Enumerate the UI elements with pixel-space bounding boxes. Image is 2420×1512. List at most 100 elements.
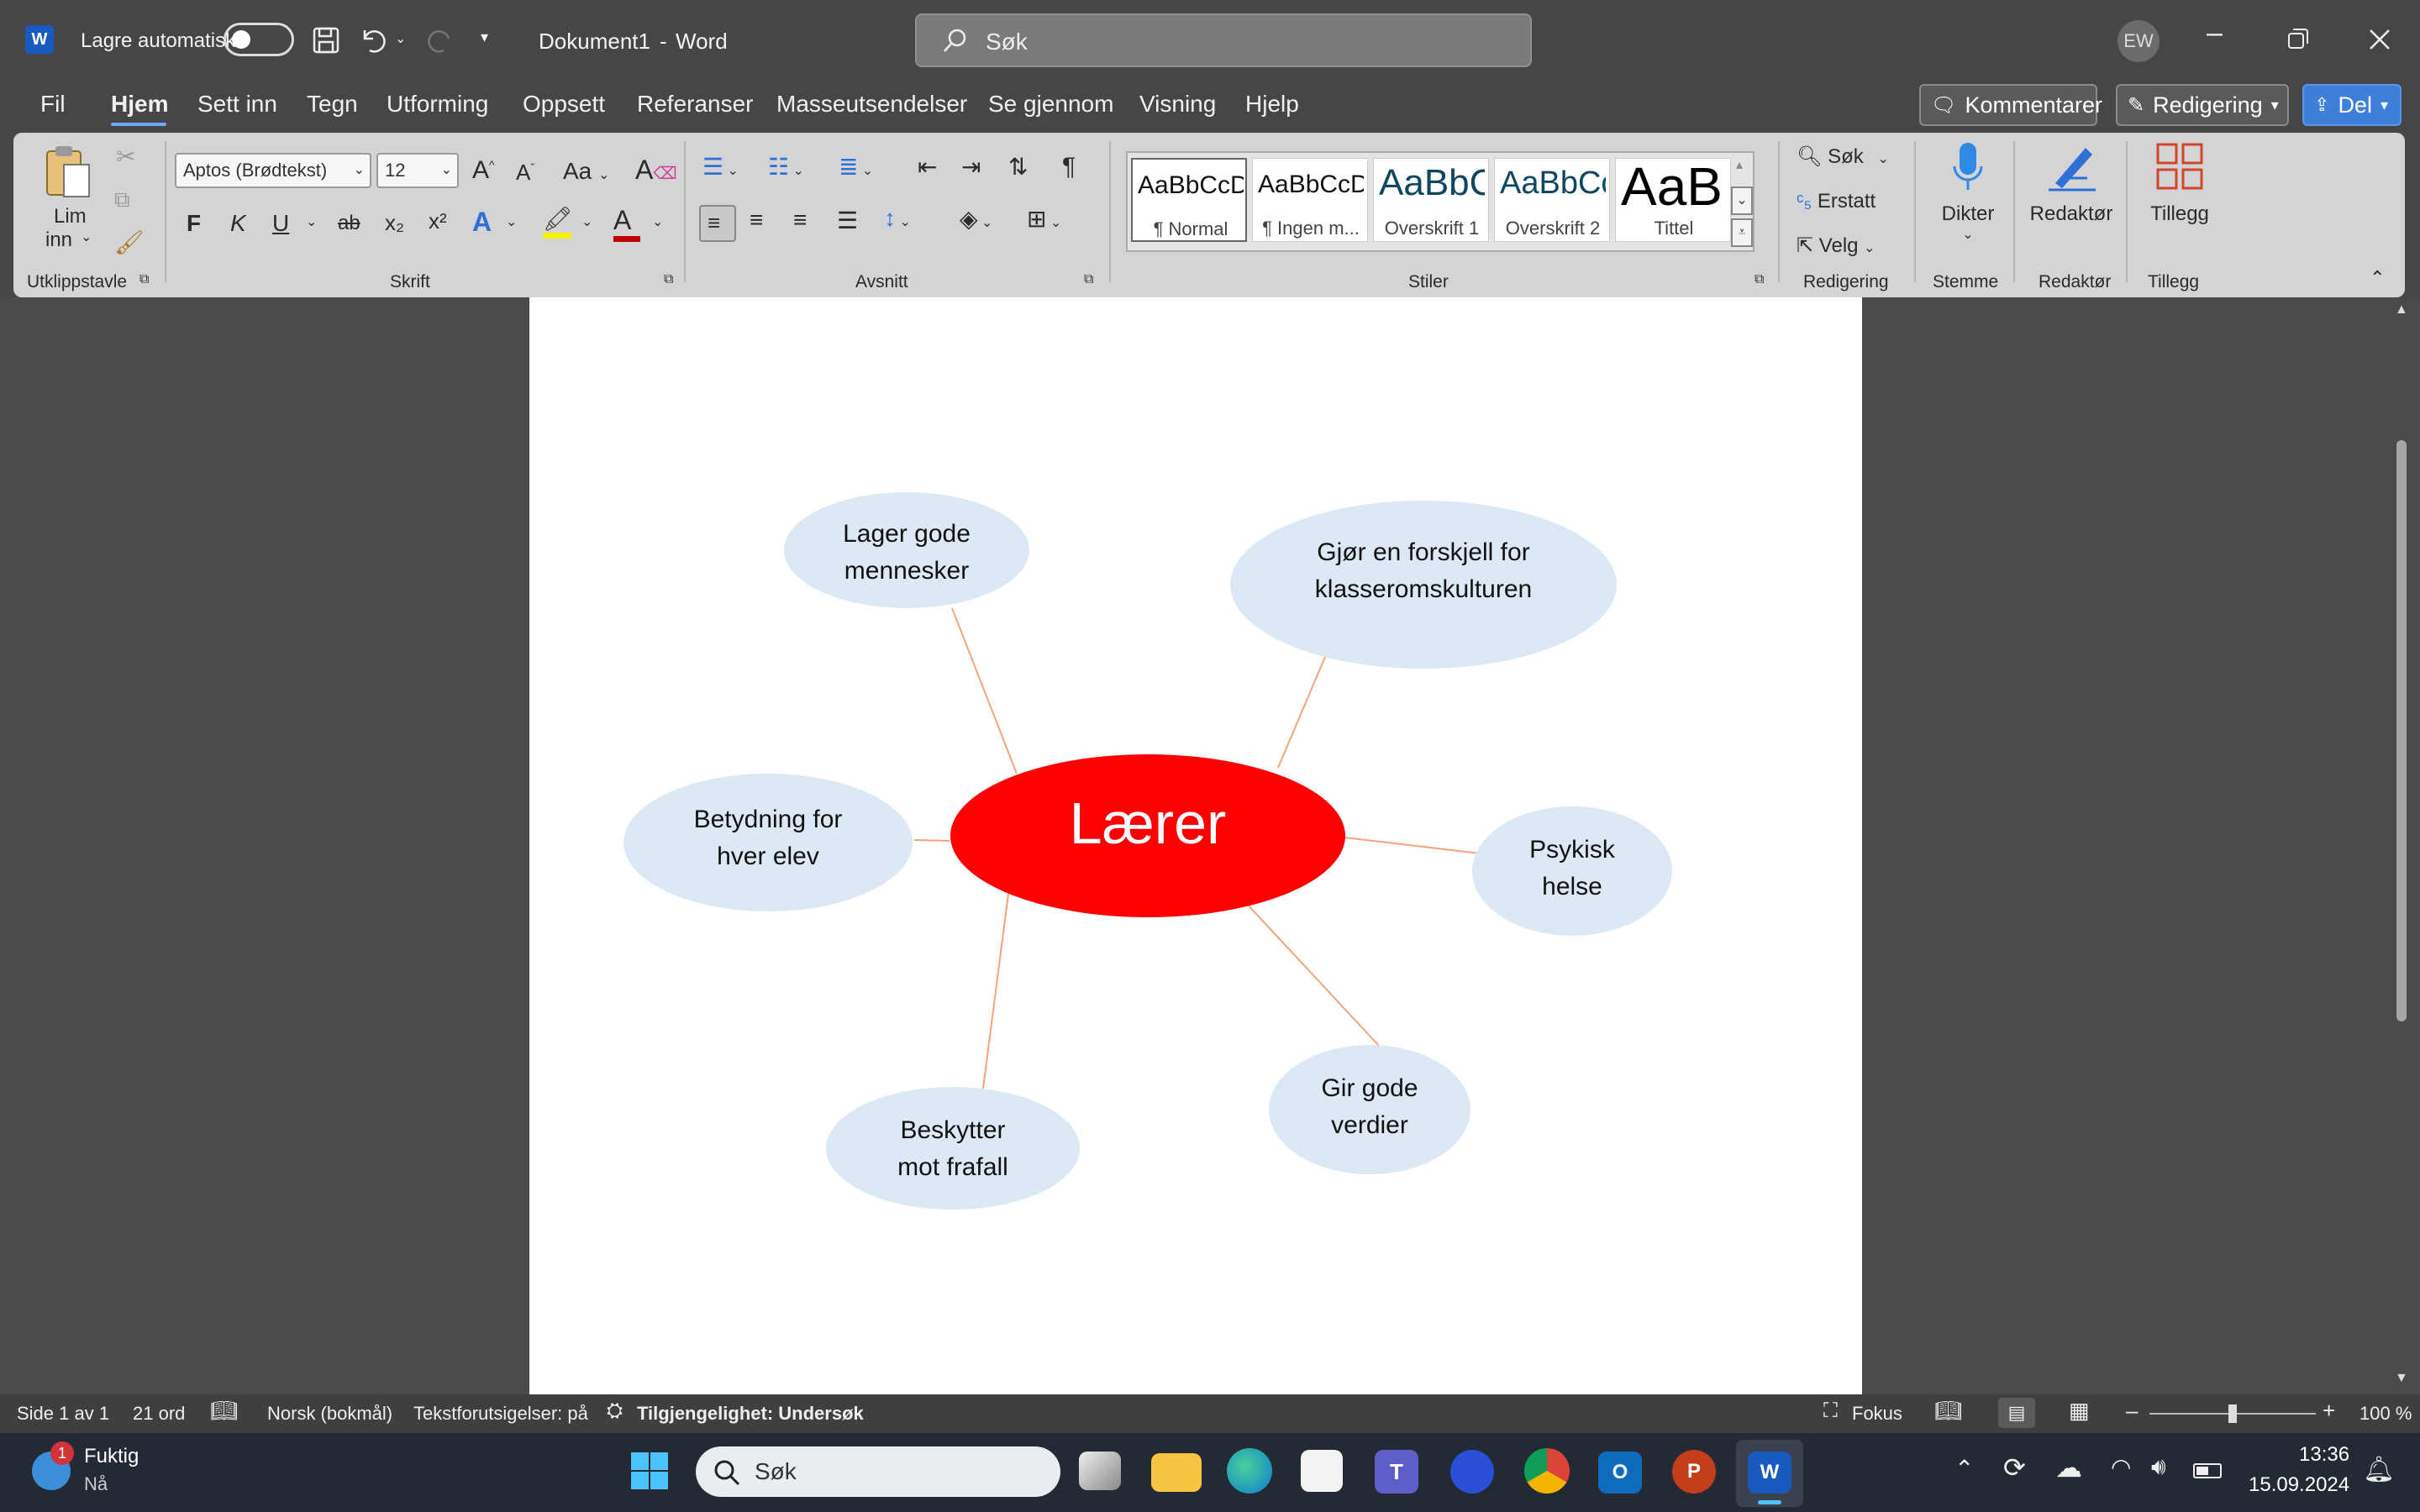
volume-icon[interactable]: 🔊︎ <box>2151 1453 2166 1481</box>
search-app-icon[interactable] <box>1450 1450 1494 1494</box>
notification-bell-icon[interactable]: 🔔︎ <box>2363 1455 2395 1484</box>
edge-icon[interactable] <box>1227 1448 1272 1494</box>
focus-button[interactable]: Fokus <box>1852 1403 1902 1425</box>
undo-dropdown-icon[interactable]: ⌄ <box>395 30 406 47</box>
tab-tegn[interactable]: Tegn <box>307 91 358 118</box>
line-spacing-icon[interactable]: ↕ ⌄ <box>884 205 911 232</box>
tab-hjem[interactable]: Hjem <box>111 91 168 118</box>
clock-date[interactable]: 15.09.2024 <box>2249 1473 2349 1497</box>
outlook-icon[interactable]: O <box>1598 1452 1642 1494</box>
onedrive-icon[interactable]: ☁ <box>2055 1452 2082 1483</box>
multilevel-list-icon[interactable]: ≣ ⌄ <box>839 153 873 181</box>
zoom-in-icon[interactable]: + <box>2323 1398 2335 1424</box>
tab-oppsett[interactable]: Oppsett <box>523 91 605 118</box>
underline-button[interactable]: U <box>272 210 289 237</box>
strikethrough-button[interactable]: ab <box>338 212 360 235</box>
powerpoint-icon[interactable]: P <box>1672 1450 1716 1494</box>
shading-icon[interactable]: ◈ ⌄ <box>960 205 992 233</box>
clear-formatting-icon[interactable]: A⌫ <box>635 155 677 186</box>
justify-icon[interactable]: ☰ <box>837 207 858 234</box>
style-heading-2[interactable]: AaBbCc Overskrift 2 <box>1494 158 1610 242</box>
tab-se-gjennom[interactable]: Se gjennom <box>988 91 1113 118</box>
wifi-icon[interactable]: ◠ <box>2111 1453 2131 1481</box>
battery-icon[interactable] <box>2193 1463 2222 1478</box>
close-icon[interactable] <box>2368 28 2391 51</box>
save-icon[interactable] <box>311 25 341 55</box>
addins-button[interactable]: Tillegg <box>2138 141 2222 242</box>
font-color-icon[interactable]: A <box>613 205 640 242</box>
highlight-dropdown-icon[interactable]: ⌄ <box>581 213 592 230</box>
store-icon[interactable] <box>1301 1450 1343 1492</box>
styles-scroll-up-icon[interactable]: ▴ <box>1736 156 1743 173</box>
increase-indent-icon[interactable]: ⇥ <box>961 153 981 181</box>
text-effects-icon[interactable]: A <box>472 207 492 238</box>
start-button[interactable] <box>630 1452 669 1490</box>
bold-button[interactable]: F <box>187 210 201 237</box>
clipboard-launcher-icon[interactable]: ⧉ <box>139 272 149 287</box>
tab-utforming[interactable]: Utforming <box>387 91 488 118</box>
tab-masseutsendelser[interactable]: Masseutsendelser <box>776 91 967 118</box>
avatar[interactable]: EW <box>2118 20 2160 62</box>
font-size-select[interactable]: 12 ⌄ <box>376 153 459 188</box>
sort-icon[interactable]: ⇅ <box>1008 153 1028 181</box>
scrollbar-thumb[interactable] <box>2396 440 2407 1021</box>
find-button[interactable]: 🔍︎ Søk ⌄ <box>1797 144 1889 169</box>
undo-icon[interactable] <box>358 25 388 55</box>
change-case-button[interactable]: Aa ⌄ <box>563 158 609 185</box>
paragraph-launcher-icon[interactable]: ⧉ <box>1084 272 1093 287</box>
taskbar-search[interactable]: Søk <box>696 1446 1060 1497</box>
language-status[interactable]: Norsk (bokmål) <box>267 1403 392 1425</box>
text-predictions-status[interactable]: Tekstforutsigelser: på <box>413 1403 588 1425</box>
scroll-down-icon[interactable]: ▼ <box>2395 1371 2408 1386</box>
format-painter-icon[interactable]: 🖌 <box>114 228 145 256</box>
zoom-slider-thumb[interactable] <box>2228 1404 2237 1423</box>
word-count[interactable]: 21 ord <box>133 1403 185 1425</box>
task-view-icon[interactable] <box>1079 1452 1121 1490</box>
tab-sett-inn[interactable]: Sett inn <box>197 91 277 118</box>
font-family-select[interactable]: Aptos (Brødtekst) ⌄ <box>175 153 371 188</box>
file-explorer-icon[interactable] <box>1151 1453 1202 1492</box>
editor-button[interactable]: Redaktør <box>2025 141 2118 242</box>
clock-time[interactable]: 13:36 <box>2299 1443 2349 1467</box>
styles-scroll-down-icon[interactable]: ⌄ <box>1731 186 1753 215</box>
customize-toolbar-icon[interactable]: ▾ <box>481 29 488 46</box>
proofing-icon[interactable]: 📖︎ <box>210 1398 238 1424</box>
subscript-button[interactable]: x₂ <box>385 210 404 236</box>
share-button[interactable]: ⇪ Del ▾ <box>2302 84 2402 126</box>
grow-font-icon[interactable]: A^ <box>472 156 495 185</box>
collapse-ribbon-icon[interactable]: ⌃ <box>2370 267 2385 289</box>
style-no-spacing[interactable]: AaBbCcDd ¶ Ingen m... <box>1252 158 1368 242</box>
web-layout-icon[interactable]: ▦ <box>2069 1398 2090 1424</box>
tab-visning[interactable]: Visning <box>1139 91 1216 118</box>
zoom-level[interactable]: 100 % <box>2360 1403 2412 1425</box>
styles-more-icon[interactable]: ⩡ <box>1731 218 1753 247</box>
teams-icon[interactable]: T <box>1375 1450 1418 1494</box>
styles-launcher-icon[interactable]: ⧉ <box>1754 272 1764 287</box>
focus-icon[interactable]: ⛶ <box>1823 1399 1838 1423</box>
search-input[interactable]: Søk <box>915 13 1532 67</box>
italic-button[interactable]: K <box>230 210 246 237</box>
autosave-toggle[interactable] <box>224 23 294 56</box>
select-button[interactable]: ⇱ Velg ⌄ <box>1797 234 1876 258</box>
align-left-button[interactable]: ≡ <box>699 205 736 242</box>
read-mode-icon[interactable]: 📖︎ <box>1934 1398 1962 1424</box>
replace-button[interactable]: ᶜ₅ Erstatt <box>1797 190 1876 213</box>
bullets-icon[interactable]: ☰ ⌄ <box>702 153 739 181</box>
borders-icon[interactable]: ⊞ ⌄ <box>1027 205 1061 233</box>
show-hidden-icons-icon[interactable]: ⌃ <box>1954 1455 1974 1483</box>
page-count[interactable]: Side 1 av 1 <box>17 1403 109 1425</box>
numbering-icon[interactable]: ☷ ⌄ <box>768 153 804 181</box>
underline-dropdown-icon[interactable]: ⌄ <box>306 213 317 230</box>
align-right-icon[interactable]: ≡ <box>793 207 807 234</box>
weather-title[interactable]: Fuktig <box>84 1445 139 1468</box>
zoom-out-icon[interactable]: – <box>2126 1398 2138 1424</box>
accessibility-status[interactable]: Tilgjengelighet: Undersøk <box>637 1403 864 1425</box>
tab-referanser[interactable]: Referanser <box>637 91 754 118</box>
comments-button[interactable]: 🗨 Kommentarer <box>1919 84 2102 126</box>
font-launcher-icon[interactable]: ⧉ <box>664 272 673 287</box>
style-normal[interactable]: AaBbCcDd ¶ Normal <box>1131 158 1247 242</box>
shrink-font-icon[interactable]: Aˇ <box>516 160 534 186</box>
tab-hjelp[interactable]: Hjelp <box>1245 91 1299 118</box>
superscript-button[interactable]: x² <box>429 208 447 234</box>
minimize-icon[interactable]: – <box>2207 17 2223 50</box>
